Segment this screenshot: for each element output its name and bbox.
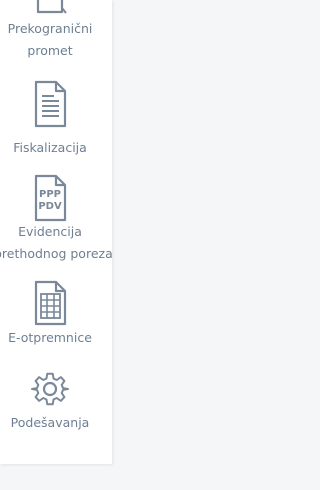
svg-text:PDV: PDV <box>38 201 62 212</box>
sidebar-panel: Prekogranični promet Fiskalizacija PPP P… <box>0 0 113 464</box>
sidebar-item-label: E-otpremnice <box>8 330 92 345</box>
spreadsheet-document-icon <box>0 280 100 328</box>
sidebar-item-label: Prekogranični <box>7 21 93 36</box>
sidebar-item-e-otpremnice[interactable]: E-otpremnice <box>0 278 112 352</box>
sidebar-item-fiskalizacija[interactable]: Fiskalizacija <box>0 78 112 162</box>
document-transfer-icon <box>0 0 100 16</box>
sidebar-item-label: promet <box>27 43 73 58</box>
sidebar-item-label: Evidencija <box>18 224 82 239</box>
svg-text:PPP: PPP <box>39 189 61 200</box>
sidebar-item-label: Fiskalizacija <box>13 140 87 155</box>
gear-icon <box>0 370 100 410</box>
sidebar-item-prekogranicni-promet[interactable]: Prekogranični promet <box>0 0 112 62</box>
sidebar-item-label: prethodnog poreza <box>0 246 113 261</box>
sidebar-item-podesavanja[interactable]: Podešavanja <box>0 366 112 440</box>
ppp-pdv-document-icon: PPP PDV <box>0 174 100 222</box>
sidebar-item-label: Podešavanja <box>10 415 90 430</box>
document-text-icon <box>0 80 100 128</box>
sidebar-item-evidencija-prethodnog-poreza[interactable]: PPP PDV Evidencija prethodnog poreza <box>0 172 113 268</box>
